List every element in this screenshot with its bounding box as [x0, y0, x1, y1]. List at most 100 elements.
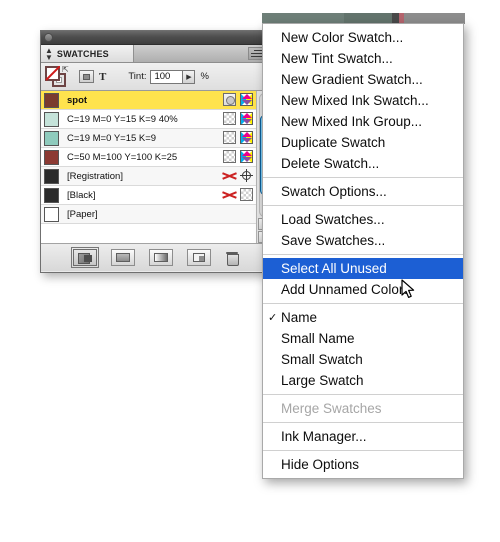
swatch-color-chip[interactable] [44, 111, 59, 127]
menu-item[interactable]: Small Name [263, 328, 463, 349]
menu-item-label: Select All Unused [281, 261, 387, 276]
swatch-color-chip[interactable] [44, 168, 59, 184]
swatch-row-label: [Paper] [67, 208, 98, 220]
menu-item-label: Delete Swatch... [281, 156, 380, 171]
spot-icon [223, 93, 236, 106]
apply-to-container-icon[interactable] [79, 70, 94, 83]
panel-options-bar: ⇱ T Tint: 100 ▶ % [41, 63, 271, 91]
titlebar-close-dot[interactable] [44, 33, 53, 42]
swatch-list: spot C=19 M=0 Y=15 K=9 40% C=19 M=0 Y=15 K… [41, 91, 271, 243]
swatch-color-chip[interactable] [44, 206, 59, 222]
swatch-row-label: C=19 M=0 Y=15 K=9 [67, 132, 157, 144]
menu-item[interactable]: Swatch Options... [263, 181, 463, 202]
menu-item[interactable]: Save Swatches... [263, 230, 463, 251]
tab-swatches[interactable]: ▲ ▼ SWATCHES [41, 45, 134, 62]
swatch-color-chip[interactable] [44, 149, 59, 165]
menu-item[interactable]: Small Swatch [263, 349, 463, 370]
menu-item-label: Duplicate Swatch [281, 135, 386, 150]
menu-item-label: Ink Manager... [281, 429, 367, 444]
menu-item-label: New Mixed Ink Group... [281, 114, 423, 129]
tint-stepper-icon[interactable]: ▶ [182, 69, 196, 84]
menu-item-label: Large Swatch [281, 373, 364, 388]
swatch-row-icons [223, 93, 253, 106]
swatches-panel-menu: New Color Swatch... New Tint Swatch... New… [262, 23, 464, 479]
process-icon [223, 150, 236, 163]
menu-item[interactable]: New Tint Swatch... [263, 48, 463, 69]
menu-item-label: New Color Swatch... [281, 30, 404, 45]
tint-unit-label: % [200, 71, 209, 82]
menu-item[interactable]: Add Unnamed Colors [263, 279, 463, 300]
menu-item[interactable]: New Mixed Ink Group... [263, 111, 463, 132]
tab-swatches-label: SWATCHES [56, 48, 109, 59]
show-all-swatches-icon[interactable] [71, 247, 99, 268]
panel-bottom-toolbar [41, 243, 271, 271]
menu-item[interactable]: Hide Options [263, 454, 463, 475]
menu-item-label: New Mixed Ink Swatch... [281, 93, 429, 108]
menu-item-label: Small Name [281, 331, 355, 346]
menu-item-label: Small Swatch [281, 352, 363, 367]
new-swatch-icon[interactable] [187, 249, 211, 266]
menu-item-label: Add Unnamed Colors [281, 282, 411, 297]
menu-item-label: Load Swatches... [281, 212, 385, 227]
swap-fill-stroke-icon[interactable]: ⇱ [62, 65, 71, 74]
tint-input[interactable]: 100 [150, 69, 184, 84]
menu-item: Merge Swatches [263, 398, 463, 419]
menu-separator [263, 394, 463, 395]
cmyk-icon [240, 131, 253, 144]
menu-item[interactable]: New Color Swatch... [263, 27, 463, 48]
solid-color-group-icon[interactable] [111, 249, 135, 266]
menu-item[interactable]: Large Swatch [263, 370, 463, 391]
menu-item[interactable]: ✓ Name [263, 307, 463, 328]
screenshot-root: ▲ ▼ SWATCHES ⇱ T Tint: 100 ▶ % spot C=19… [0, 0, 500, 542]
menu-separator [263, 450, 463, 451]
swatch-row[interactable]: [Paper] [41, 205, 271, 224]
menu-item[interactable]: Ink Manager... [263, 426, 463, 447]
menu-item[interactable]: Delete Swatch... [263, 153, 463, 174]
menu-separator [263, 422, 463, 423]
swatch-color-chip[interactable] [44, 92, 59, 108]
swatch-row[interactable]: C=19 M=0 Y=15 K=9 40% [41, 110, 271, 129]
swatch-row-label: [Registration] [67, 170, 123, 182]
swatch-row[interactable]: spot [41, 91, 271, 110]
process-icon [240, 188, 253, 201]
delete-swatch-icon[interactable] [225, 249, 239, 266]
menu-separator [263, 303, 463, 304]
menu-item[interactable]: New Mixed Ink Swatch... [263, 90, 463, 111]
process-icon [223, 112, 236, 125]
collapse-arrows-icon[interactable]: ▲ ▼ [45, 46, 53, 61]
process-icon [223, 131, 236, 144]
menu-item-label: New Gradient Swatch... [281, 72, 423, 87]
none-icon [223, 169, 236, 182]
checkmark-icon: ✓ [268, 312, 278, 324]
cmyk-icon [240, 150, 253, 163]
swatch-color-chip[interactable] [44, 130, 59, 146]
none-icon [223, 188, 236, 201]
menu-item[interactable]: Load Swatches... [263, 209, 463, 230]
gradient-group-icon[interactable] [149, 249, 173, 266]
swatch-row[interactable]: C=50 M=100 Y=100 K=25 [41, 148, 271, 167]
menu-item-label: Swatch Options... [281, 184, 387, 199]
swatch-row-icons [223, 150, 253, 163]
swatch-row-label: C=50 M=100 Y=100 K=25 [67, 151, 178, 163]
panel-tabstrip: ▲ ▼ SWATCHES [41, 45, 271, 63]
menu-item-label: Merge Swatches [281, 401, 382, 416]
swatch-row[interactable]: [Registration] [41, 167, 271, 186]
none-slash-icon [45, 66, 60, 81]
swatch-color-chip[interactable] [44, 187, 59, 203]
fill-stroke-proxy[interactable]: ⇱ [45, 65, 71, 87]
swatches-panel: ▲ ▼ SWATCHES ⇱ T Tint: 100 ▶ % spot C=19… [40, 30, 272, 273]
menu-item[interactable]: Duplicate Swatch [263, 132, 463, 153]
apply-to-text-icon[interactable]: T [99, 71, 106, 83]
menu-item[interactable]: Select All Unused [263, 258, 463, 279]
panel-titlebar[interactable] [41, 31, 271, 45]
swatch-row[interactable]: [Black] [41, 186, 271, 205]
swatch-row-icons [223, 188, 253, 201]
menu-item[interactable]: New Gradient Swatch... [263, 69, 463, 90]
cmyk-icon [240, 93, 253, 106]
menu-item-label: New Tint Swatch... [281, 51, 393, 66]
menu-separator [263, 205, 463, 206]
swatch-row[interactable]: C=19 M=0 Y=15 K=9 [41, 129, 271, 148]
cmyk-icon [240, 112, 253, 125]
menu-item-label: Hide Options [281, 457, 360, 472]
swatch-row-icons [223, 112, 253, 125]
